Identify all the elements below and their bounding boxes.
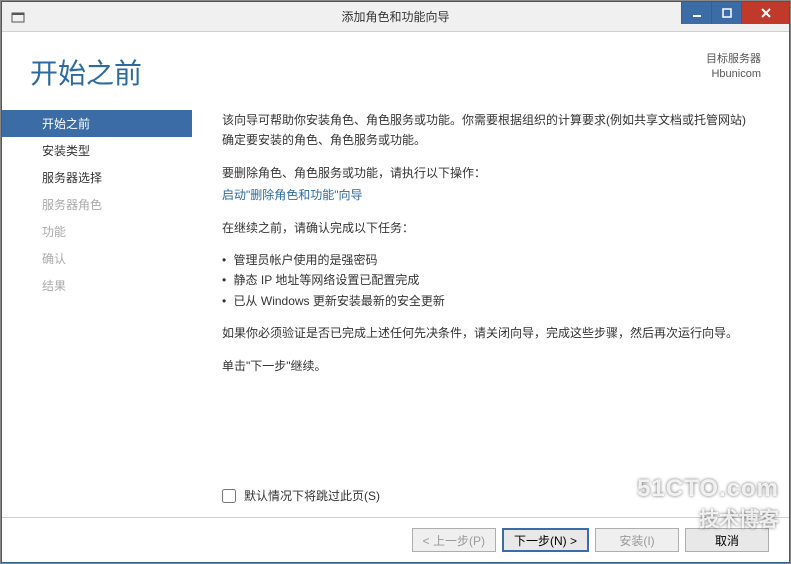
sidebar-item-results: 结果: [2, 272, 192, 299]
page-title: 开始之前: [30, 52, 142, 92]
sidebar-item-before-you-begin[interactable]: 开始之前: [2, 110, 192, 137]
sidebar-item-server-roles: 服务器角色: [2, 191, 192, 218]
prereq-item: 已从 Windows 更新安装最新的安全更新: [222, 291, 751, 311]
skip-checkbox[interactable]: [222, 489, 236, 503]
app-icon: [10, 9, 26, 25]
sidebar-item-features: 功能: [2, 218, 192, 245]
sidebar: 开始之前 安装类型 服务器选择 服务器角色 功能 确认 结果: [2, 110, 192, 517]
continue-note: 单击"下一步"继续。: [222, 356, 751, 376]
body: 开始之前 安装类型 服务器选择 服务器角色 功能 确认 结果 该向导可帮助你安装…: [2, 92, 789, 517]
maximize-button[interactable]: [711, 2, 741, 24]
destination-label: 目标服务器: [706, 52, 761, 67]
remove-label: 要删除角色、角色服务或功能，请执行以下操作：: [222, 163, 751, 183]
sidebar-item-install-type[interactable]: 安装类型: [2, 137, 192, 164]
titlebar: 添加角色和功能向导: [2, 2, 789, 32]
verify-note: 如果你必须验证是否已完成上述任何先决条件，请关闭向导，完成这些步骤，然后再次运行…: [222, 323, 751, 343]
window-controls: [681, 2, 789, 24]
confirm-label: 在继续之前，请确认完成以下任务：: [222, 218, 751, 238]
intro-text: 该向导可帮助你安装角色、角色服务或功能。你需要根据组织的计算要求(例如共享文档或…: [222, 110, 751, 151]
wizard-window: 添加角色和功能向导 开始之前 目标服务器 Hbunicom 开始之前 安装类型 …: [1, 1, 790, 563]
destination-info: 目标服务器 Hbunicom: [706, 52, 761, 83]
main-panel: 该向导可帮助你安装角色、角色服务或功能。你需要根据组织的计算要求(例如共享文档或…: [192, 110, 761, 517]
prereq-item: 管理员帐户使用的是强密码: [222, 250, 751, 270]
content-area: 开始之前 目标服务器 Hbunicom 开始之前 安装类型 服务器选择 服务器角…: [2, 32, 789, 562]
minimize-button[interactable]: [681, 2, 711, 24]
sidebar-item-confirmation: 确认: [2, 245, 192, 272]
cancel-button[interactable]: 取消: [685, 528, 769, 552]
destination-server: Hbunicom: [706, 67, 761, 82]
footer: < 上一步(P) 下一步(N) > 安装(I) 取消: [2, 517, 789, 562]
remove-wizard-link[interactable]: 启动"删除角色和功能"向导: [222, 185, 751, 205]
header: 开始之前 目标服务器 Hbunicom: [2, 32, 789, 92]
sidebar-item-server-selection[interactable]: 服务器选择: [2, 164, 192, 191]
prev-button: < 上一步(P): [412, 528, 496, 552]
skip-checkbox-text: 默认情况下将跳过此页(S): [244, 486, 380, 506]
prereq-list: 管理员帐户使用的是强密码 静态 IP 地址等网络设置已配置完成 已从 Windo…: [222, 250, 751, 311]
install-button: 安装(I): [595, 528, 679, 552]
next-button[interactable]: 下一步(N) >: [502, 528, 589, 552]
close-button[interactable]: [741, 2, 789, 24]
skip-checkbox-label[interactable]: 默认情况下将跳过此页(S): [222, 486, 751, 506]
window-title: 添加角色和功能向导: [341, 8, 449, 25]
prereq-item: 静态 IP 地址等网络设置已配置完成: [222, 270, 751, 290]
